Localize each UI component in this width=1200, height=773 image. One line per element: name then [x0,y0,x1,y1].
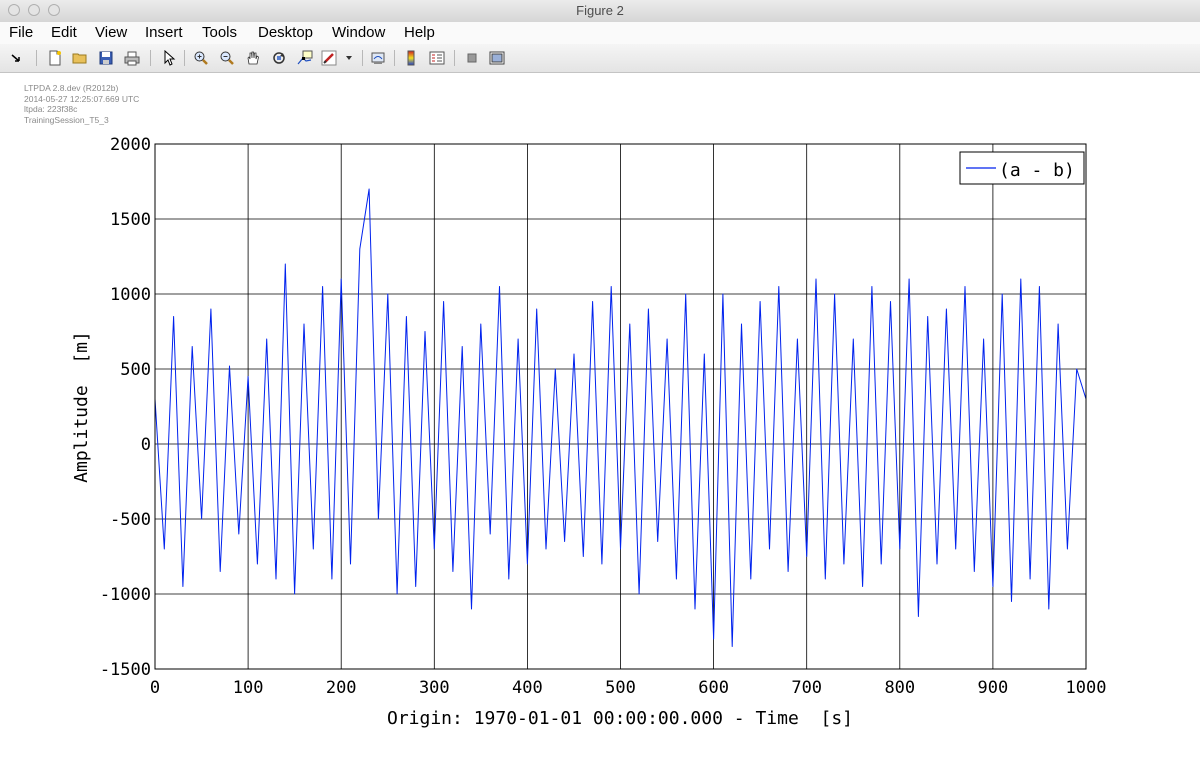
x-tick-label: 400 [512,678,543,698]
x-tick-label: 100 [233,678,264,698]
y-tick-label: -1500 [100,660,151,680]
x-tick-label: 300 [419,678,450,698]
y-tick-label: 500 [120,360,151,380]
y-tick-labels: -1500 -1000 -500 0 500 1000 1500 2000 [100,135,151,680]
y-tick-label: 1500 [110,210,151,230]
y-tick-label: 0 [141,435,151,455]
x-tick-labels: 0 100 200 300 400 500 600 700 800 900 1000 [150,678,1107,698]
y-tick-label: -500 [110,510,151,530]
y-tick-label: -1000 [100,585,151,605]
x-tick-label: 1000 [1066,678,1107,698]
legend-entry-label: (a - b) [999,160,1075,181]
x-tick-label: 500 [605,678,636,698]
x-tick-label: 600 [698,678,729,698]
plot-canvas[interactable]: 0 100 200 300 400 500 600 700 800 900 1000 -1500-1… [0,0,1200,773]
y-tick-label: 1000 [110,285,151,305]
x-tick-label: 800 [884,678,915,698]
x-tick-label: 700 [791,678,822,698]
x-tick-label: 0 [150,678,160,698]
x-tick-label: 200 [326,678,357,698]
x-tick-label: 900 [978,678,1009,698]
y-tick-label: 2000 [110,135,151,155]
x-axis-label: Origin: 1970-01-01 00:00:00.000 - Time [… [387,708,853,729]
legend[interactable]: (a - b) [959,151,1085,185]
y-axis-label: Amplitude [m] [71,331,92,483]
